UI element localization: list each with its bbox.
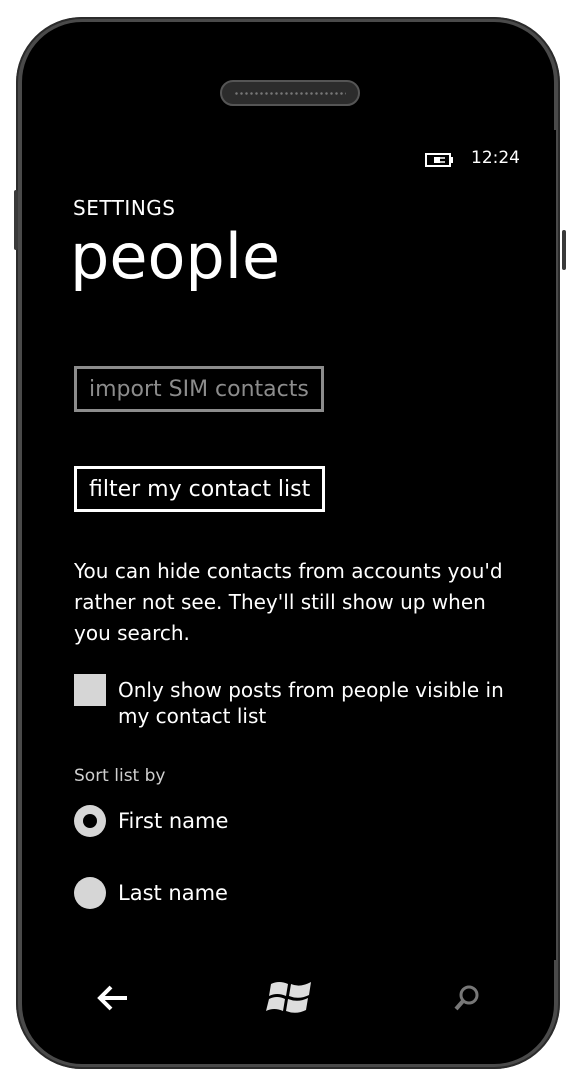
page-title: people <box>70 220 281 293</box>
description-text: You can hide contacts from accounts you'… <box>74 559 503 645</box>
filter-contact-list-button[interactable]: filter my contact list <box>74 466 326 512</box>
status-bar: 12:24 <box>425 148 520 168</box>
back-button[interactable] <box>83 970 143 1030</box>
navigation-bar <box>24 965 556 1035</box>
earpiece-speaker <box>220 80 360 106</box>
back-arrow-icon <box>96 984 129 1016</box>
show-posts-checkbox[interactable] <box>74 674 106 706</box>
app-title: SETTINGS <box>73 196 176 220</box>
sort-last-name-option[interactable]: Last name <box>74 877 228 909</box>
first-name-radio[interactable] <box>74 805 106 837</box>
battery-charging-icon <box>425 152 453 167</box>
windows-logo-icon <box>263 976 317 1024</box>
clock: 12:24 <box>471 148 520 168</box>
search-button[interactable] <box>437 970 497 1030</box>
power-button <box>562 230 566 270</box>
show-posts-checkbox-label: Only show posts from people visible in m… <box>118 678 504 728</box>
last-name-radio[interactable] <box>74 877 106 909</box>
sort-first-name-option[interactable]: First name <box>74 805 228 837</box>
last-name-label: Last name <box>118 881 228 905</box>
import-sim-contacts-button[interactable]: import SIM contacts <box>74 366 324 412</box>
start-button[interactable] <box>260 970 320 1030</box>
volume-button <box>14 190 18 250</box>
first-name-label: First name <box>118 809 229 833</box>
screen: 12:24 SETTINGS people import SIM contact… <box>24 130 556 960</box>
search-icon <box>452 983 482 1017</box>
sort-list-label: Sort list by <box>74 766 166 786</box>
show-posts-checkbox-row[interactable]: Only show posts from people visible in m… <box>74 674 534 729</box>
